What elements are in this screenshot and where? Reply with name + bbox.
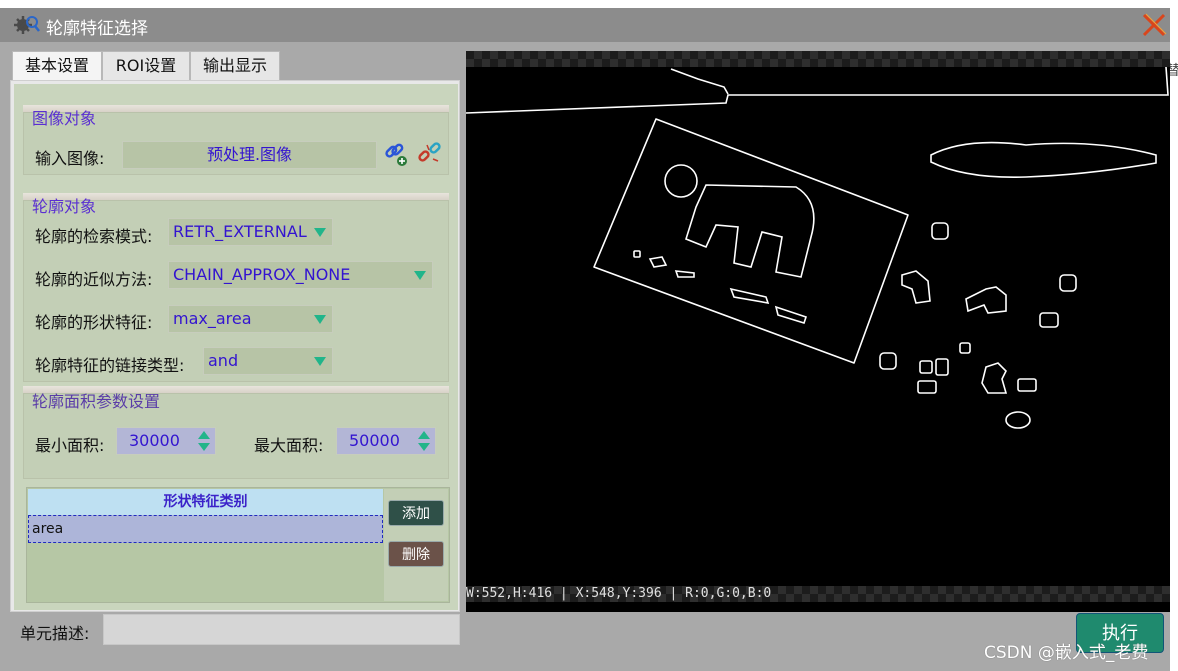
delete-button[interactable]: 删除	[388, 541, 444, 567]
tab-output-display[interactable]: 输出显示	[190, 51, 280, 81]
input-image-label: 输入图像:	[35, 149, 105, 168]
description-label: 单元描述:	[20, 624, 90, 643]
shape-feature-label: 轮廓的形状特征:	[35, 313, 153, 332]
list-item[interactable]: area	[28, 515, 383, 543]
chevron-down-icon	[314, 315, 326, 324]
max-area-spinbox[interactable]: 50000	[336, 427, 436, 455]
title-bar[interactable]: 轮廓特征选择	[0, 8, 1170, 42]
retrieval-mode-dropdown[interactable]: RETR_EXTERNAL	[168, 218, 333, 246]
approx-method-label: 轮廓的近似方法:	[35, 270, 153, 289]
retrieval-mode-label: 轮廓的检索模式:	[35, 227, 153, 246]
shape-feature-dropdown[interactable]: max_area	[168, 305, 333, 333]
chevron-down-icon	[414, 271, 426, 280]
chevron-down-icon	[314, 228, 326, 237]
spin-up-icon[interactable]	[198, 431, 210, 439]
approx-method-dropdown[interactable]: CHAIN_APPROX_NONE	[168, 261, 433, 289]
approx-method-value: CHAIN_APPROX_NONE	[173, 265, 351, 284]
chevron-down-icon	[314, 357, 326, 366]
settings-panel: 图像对象 输入图像: 预处理.图像 轮廓对象 轮廓的检索模式: RETR_EXT…	[10, 80, 460, 612]
spin-down-icon[interactable]	[198, 443, 210, 451]
add-button[interactable]: 添加	[388, 500, 444, 526]
shape-feature-value: max_area	[173, 309, 252, 328]
link-type-dropdown[interactable]: and	[203, 347, 333, 375]
link-type-label: 轮廓特征的链接类型:	[35, 356, 185, 375]
area-param-title: 轮廓面积参数设置	[32, 392, 161, 411]
max-area-label: 最大面积:	[254, 436, 324, 455]
contour-feature-dialog: 轮廓特征选择 基本设置 ROI设置 输出显示 图像对象 输入图像: 预处理.图像	[0, 8, 1170, 671]
image-object-title: 图像对象	[32, 109, 97, 128]
viewer-status-text: W:552,H:416 | X:548,Y:396 | R:0,G:0,B:0	[466, 586, 772, 601]
spin-down-icon[interactable]	[418, 443, 430, 451]
list-button-column: 添加 删除	[384, 489, 448, 601]
description-input[interactable]	[103, 614, 460, 645]
window-title: 轮廓特征选择	[46, 19, 148, 39]
gear-search-icon	[14, 16, 40, 34]
close-icon[interactable]	[1140, 11, 1168, 39]
retrieval-mode-value: RETR_EXTERNAL	[173, 222, 307, 241]
contour-object-title: 轮廓对象	[32, 197, 97, 216]
shape-feature-list: 形状特征类别 area 添加 删除	[26, 487, 450, 603]
link-type-value: and	[208, 351, 239, 370]
viewer-top-border	[466, 51, 1170, 67]
link-break-icon[interactable]	[417, 141, 443, 167]
min-area-label: 最小面积:	[35, 436, 105, 455]
max-area-value: 50000	[349, 431, 400, 450]
spin-up-icon[interactable]	[418, 431, 430, 439]
min-area-value: 30000	[129, 431, 180, 450]
min-area-spinbox[interactable]: 30000	[116, 427, 216, 455]
watermark: CSDN @嵌入式_老费	[984, 643, 1149, 663]
contour-image	[466, 67, 1169, 429]
tab-basic-settings[interactable]: 基本设置	[12, 51, 102, 81]
settings-panel-body: 图像对象 输入图像: 预处理.图像 轮廓对象 轮廓的检索模式: RETR_EXT…	[14, 84, 458, 610]
input-image-field[interactable]: 预处理.图像	[122, 141, 377, 169]
link-add-icon[interactable]	[383, 141, 409, 167]
image-viewer[interactable]: W:552,H:416 | X:548,Y:396 | R:0,G:0,B:0	[466, 51, 1170, 612]
shape-list-header: 形状特征类别	[28, 489, 383, 515]
tab-roi-settings[interactable]: ROI设置	[102, 51, 190, 81]
